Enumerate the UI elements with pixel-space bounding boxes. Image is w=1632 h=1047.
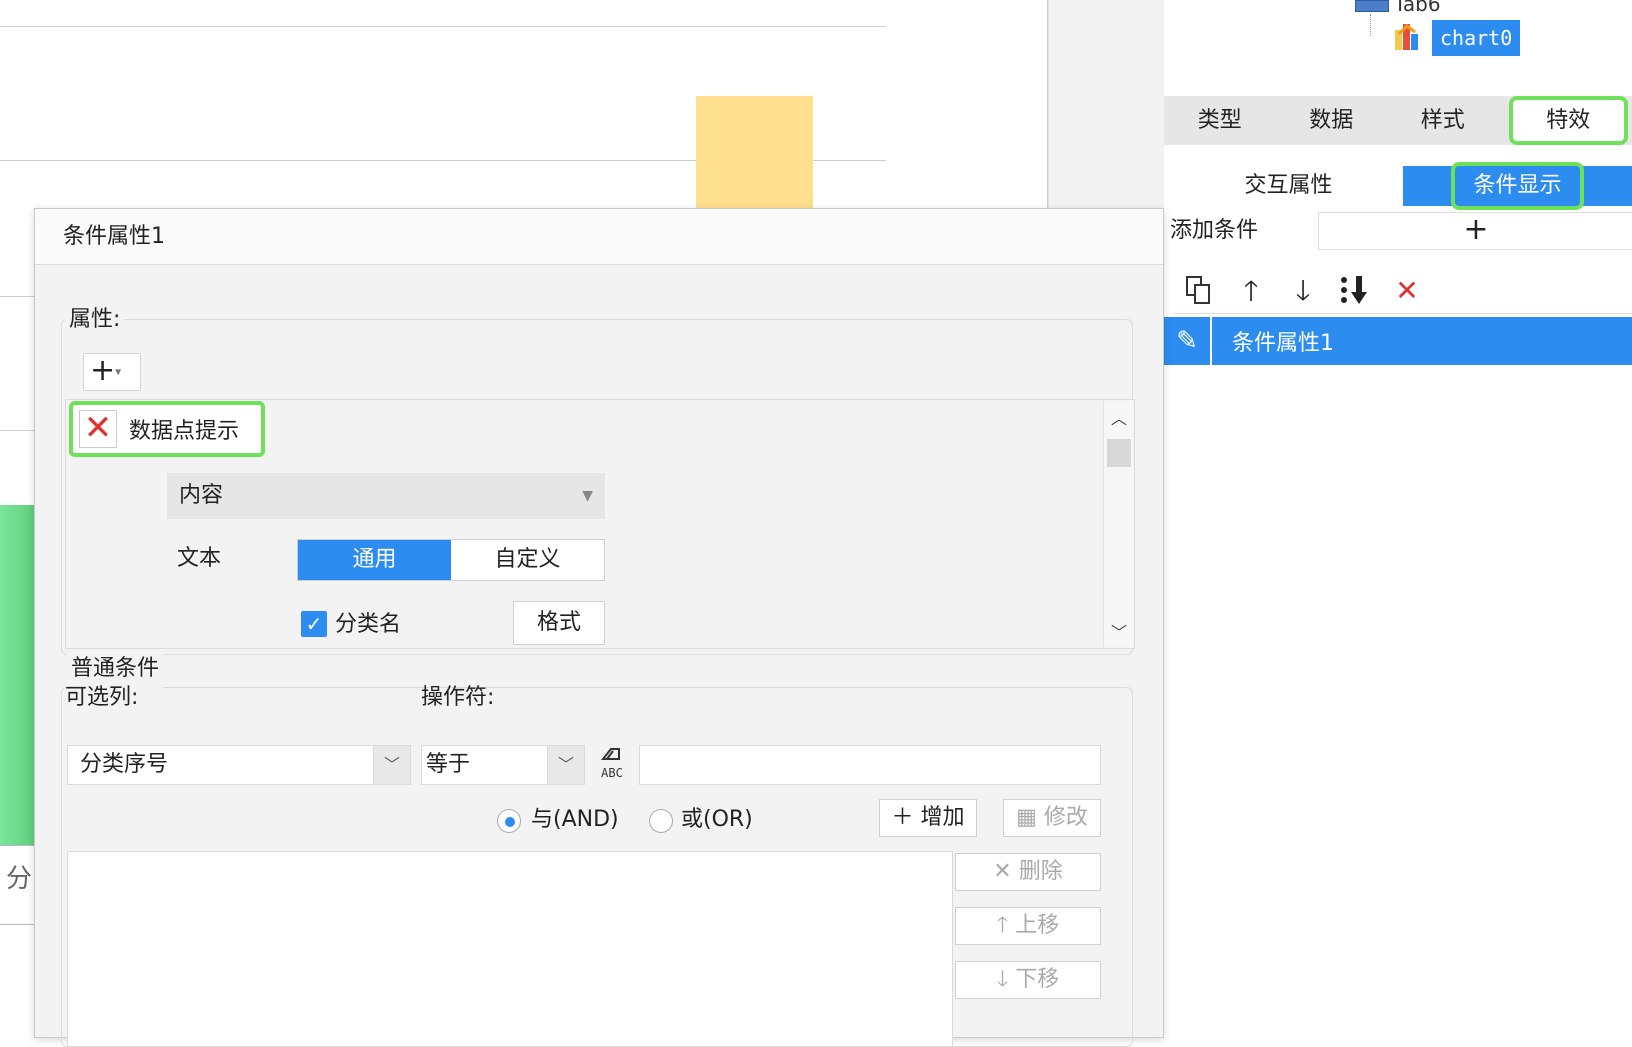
grid-line (0, 430, 34, 431)
subtab-conditional-display[interactable]: 条件显示 (1403, 162, 1632, 210)
copy-icon[interactable] (1182, 274, 1216, 308)
grid-line (0, 26, 886, 27)
tree-connector (1370, 14, 1371, 36)
subtab-conditional-display-label: 条件显示 (1451, 162, 1584, 210)
delete-button-label: 删除 (1018, 859, 1063, 884)
dropdown-caret-icon: ▾ (115, 364, 122, 379)
condition-item-label: 条件属性1 (1232, 331, 1334, 356)
value-type-icon[interactable]: ABC (595, 745, 629, 785)
delete-icon[interactable]: ✕ (1390, 274, 1424, 308)
tree-node-tab6[interactable]: Tab6 (1394, 0, 1441, 16)
content-select-value: 内容 (179, 483, 224, 508)
attribute-group-label: 属性: (65, 301, 125, 333)
tab-style[interactable]: 样式 (1387, 96, 1499, 145)
scroll-thumb[interactable] (1107, 439, 1131, 467)
and-radio[interactable] (497, 809, 521, 833)
or-radio[interactable] (649, 809, 673, 833)
add-condition-row-button[interactable]: ＋ 增加 (879, 799, 977, 837)
plus-icon: ＋ (891, 805, 914, 830)
operator-label: 操作符: (421, 685, 495, 710)
category-name-checkbox[interactable]: ✓ (301, 611, 327, 637)
scroll-down-icon[interactable]: ﹀ (1104, 619, 1134, 643)
add-button-label: 增加 (920, 805, 965, 830)
condition-list-area[interactable] (67, 851, 953, 1047)
chart-bar-green (0, 505, 34, 845)
format-button[interactable]: 格式 (513, 601, 605, 645)
condition-list-item[interactable]: ✎ 条件属性1 (1164, 317, 1632, 365)
move-up-button[interactable]: 🡑 上移 (955, 907, 1101, 945)
attribute-item-label: 数据点提示 (129, 419, 240, 444)
arrow-down-icon[interactable]: 🡓 (1286, 274, 1320, 308)
content-select[interactable]: 内容 ▼ (167, 473, 605, 519)
operator-select-value: 等于 (426, 752, 471, 777)
text-mode-general[interactable]: 通用 (298, 540, 451, 580)
edit-icon[interactable]: ✎ (1164, 317, 1212, 365)
text-mode-toggle: 通用 自定义 (297, 539, 605, 581)
and-radio-label: 与(AND) (531, 807, 619, 832)
move-down-button[interactable]: 🡓 下移 (955, 961, 1101, 999)
tab-type[interactable]: 类型 (1164, 96, 1276, 145)
column-label: 可选列: (65, 685, 139, 710)
move-bottom-icon[interactable] (1338, 274, 1372, 308)
modify-button[interactable]: ▦ 修改 (1003, 799, 1101, 837)
attribute-item-datapoint-tip: ✕ 数据点提示 (69, 401, 265, 457)
add-condition-button[interactable]: + (1318, 212, 1632, 250)
move-up-button-label: 上移 (1015, 913, 1060, 938)
attribute-scrollbar[interactable]: ︿ ﹀ (1103, 401, 1133, 647)
arrow-down-icon: 🡓 (996, 967, 1009, 992)
close-icon: ✕ (993, 859, 1012, 884)
text-mode-custom[interactable]: 自定义 (451, 540, 604, 580)
left-cell-fragment: 分 (0, 845, 34, 925)
effects-subtabs: 交互属性 条件显示 (1174, 162, 1632, 210)
grid-line (0, 296, 34, 297)
subtab-interaction[interactable]: 交互属性 (1174, 166, 1403, 206)
column-select-value: 分类序号 (80, 752, 169, 777)
right-panel (1164, 0, 1632, 1038)
modify-button-label: 修改 (1043, 805, 1088, 830)
condition-toolbar: 🡑 🡓 ✕ (1174, 268, 1632, 314)
add-attribute-button[interactable]: +▾ (83, 353, 141, 391)
tree-node-chart0[interactable]: chart0 (1432, 20, 1521, 56)
add-condition-label: 添加条件 (1170, 218, 1259, 243)
abc-text: ABC (601, 766, 623, 780)
arrow-up-icon[interactable]: 🡑 (1234, 274, 1268, 308)
tab-effects[interactable]: 特效 (1508, 96, 1628, 145)
condition-property-dialog: 条件属性1 属性: +▾ ✕ 数据点提示 内容 ▼ 文本 通用 自定义 ✓ 分类… (34, 208, 1164, 1047)
text-label: 文本 (177, 546, 222, 571)
modify-icon: ▦ (1016, 805, 1037, 830)
chevron-down-icon: ▼ (582, 488, 593, 504)
remove-attribute-icon[interactable]: ✕ (79, 410, 117, 448)
operator-select[interactable]: 等于 ﹀ (421, 745, 585, 785)
delete-button[interactable]: ✕ 删除 (955, 853, 1101, 891)
or-radio-label: 或(OR) (681, 807, 753, 832)
chevron-down-icon: ﹀ (373, 746, 410, 784)
tab-node-icon (1355, 0, 1389, 12)
chevron-down-icon: ﹀ (547, 746, 584, 784)
dialog-title: 条件属性1 (35, 209, 1163, 265)
chart-bar-yellow (696, 96, 813, 211)
category-name-label: 分类名 (335, 612, 402, 637)
condition-value-input[interactable] (639, 745, 1101, 785)
property-tabs: 类型 数据 样式 特效 (1164, 96, 1632, 145)
scroll-up-icon[interactable]: ︿ (1104, 405, 1134, 429)
chart-icon (1393, 20, 1423, 52)
arrow-up-icon: 🡑 (996, 913, 1009, 938)
column-select[interactable]: 分类序号 ﹀ (67, 745, 411, 785)
tab-data[interactable]: 数据 (1276, 96, 1388, 145)
move-down-button-label: 下移 (1015, 967, 1060, 992)
